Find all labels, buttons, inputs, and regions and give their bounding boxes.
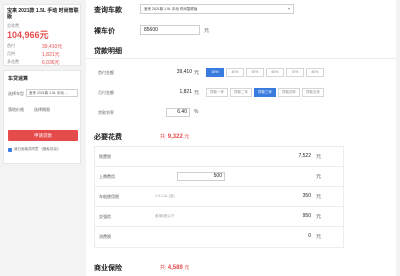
insurance-total: 共: 4,589 元 bbox=[160, 264, 189, 271]
period-label[interactable]: 选择期限 bbox=[34, 107, 50, 113]
rate-input[interactable]: 6.40 bbox=[166, 108, 190, 117]
extra-cost-value: 6,036元 bbox=[42, 60, 60, 66]
bare-price-label: 裸车价 bbox=[94, 28, 115, 35]
insurance-total-unit: 元 bbox=[184, 265, 190, 271]
percent-option[interactable]: 40% bbox=[226, 68, 244, 77]
checkbox-icon[interactable] bbox=[8, 147, 12, 152]
loan-detail-title: 贷款明细 bbox=[94, 48, 122, 55]
percent-option[interactable]: 50% bbox=[246, 68, 264, 77]
select-car-dropdown[interactable]: 宝来 2021款 1.5L 手动 ... bbox=[26, 89, 78, 97]
required-costs-table: 购置税 7,522 元 上牌费用 500 元 车船使用税 1.0-1.6L (含… bbox=[94, 146, 344, 248]
monthly-payment-value: 1,821元 bbox=[42, 52, 60, 58]
bare-price-input[interactable]: 85600 bbox=[140, 25, 200, 35]
down-payment-label: 首付 bbox=[7, 43, 15, 48]
monthly-row-label: 月付金额 bbox=[98, 90, 114, 95]
plate-fee-input[interactable]: 500 bbox=[177, 172, 225, 181]
cost-unit: 元 bbox=[315, 194, 321, 200]
required-total-prefix: 共: bbox=[160, 134, 167, 140]
table-row: 车船使用税 1.0-1.6L (含) 350 元 bbox=[95, 187, 343, 207]
agree-checkbox-row[interactable]: 我已阅读并同意 《隐私协议》 bbox=[8, 147, 60, 152]
car-model-name: 宝来 2021款 1.5L 手动 时尚智联版 bbox=[7, 8, 79, 20]
percent-option[interactable]: 30% bbox=[206, 68, 224, 77]
monthly-row-value: 1,821 bbox=[179, 89, 192, 95]
cost-label: 车船使用税 bbox=[99, 194, 119, 199]
cost-summary-card: 宝来 2021款 1.5L 手动 时尚智联版 总花费 104,966元 首付 3… bbox=[3, 4, 81, 66]
cost-value: 0 bbox=[308, 233, 311, 239]
model-query-label: 查询车款 bbox=[94, 7, 122, 14]
model-select-value: 宝来 2021款 1.5L 手动 时尚智联版 bbox=[144, 7, 198, 11]
cost-unit: 元 bbox=[315, 234, 321, 240]
price-label: 落地价格 bbox=[8, 107, 24, 112]
down-payment-row-label: 首付金额 bbox=[98, 70, 114, 75]
monthly-row-unit: 元 bbox=[194, 90, 200, 96]
cost-value: 350 bbox=[302, 193, 311, 199]
down-payment-row-unit: 元 bbox=[194, 70, 200, 76]
cost-label: 消费税 bbox=[99, 234, 111, 239]
down-payment-row-value: 39,410 bbox=[176, 69, 192, 75]
required-total-value: 9,322 bbox=[167, 134, 183, 140]
term-option[interactable]: 贷款二年 bbox=[230, 88, 252, 97]
term-option[interactable]: 贷款三年 bbox=[254, 88, 276, 97]
table-row: 购置税 7,522 元 bbox=[95, 147, 343, 167]
monthly-payment-label: 月供 bbox=[7, 51, 15, 56]
left-summary-panel: 宝来 2021款 1.5L 手动 时尚智联版 总花费 104,966元 首付 3… bbox=[0, 0, 84, 276]
required-costs-title: 必要花费 bbox=[94, 134, 122, 141]
required-costs-total: 共: 9,322 元 bbox=[160, 133, 189, 140]
required-total-unit: 元 bbox=[184, 134, 190, 140]
total-cost-value: 104,966元 bbox=[7, 30, 49, 40]
cost-hint: 家用6座以下 bbox=[155, 214, 175, 218]
divider bbox=[86, 58, 396, 59]
term-option[interactable]: 贷款一年 bbox=[206, 88, 228, 97]
insurance-title: 商业保险 bbox=[94, 265, 122, 272]
cost-value: 950 bbox=[302, 213, 311, 219]
percent-option[interactable]: 60% bbox=[266, 68, 284, 77]
rate-unit: % bbox=[194, 109, 199, 115]
cost-unit: 元 bbox=[315, 174, 321, 180]
percent-option[interactable]: 70% bbox=[286, 68, 304, 77]
chevron-down-icon: ▾ bbox=[287, 6, 290, 11]
table-row: 消费税 0 元 bbox=[95, 227, 343, 247]
term-option[interactable]: 贷款四年 bbox=[278, 88, 300, 97]
rate-row-label: 贷款利率 bbox=[98, 110, 114, 115]
cost-label: 购置税 bbox=[99, 154, 111, 159]
quick-calc-title: 车贷速算 bbox=[8, 76, 29, 82]
cost-label: 上牌费用 bbox=[99, 174, 115, 179]
loan-quick-calc-card: 车贷速算 选择车型 宝来 2021款 1.5L 手动 ... 落地价格 选择期限… bbox=[3, 70, 81, 164]
agree-label: 我已阅读并同意 《隐私协议》 bbox=[14, 147, 61, 151]
term-option[interactable]: 贷款五年 bbox=[302, 88, 324, 97]
down-percent-options: 30% 40% 50% 60% 70% 80% bbox=[206, 68, 324, 77]
table-row: 上牌费用 500 元 bbox=[95, 167, 343, 187]
percent-option[interactable]: 80% bbox=[306, 68, 324, 77]
main-calculator-panel: 查询车款 宝来 2021款 1.5L 手动 时尚智联版 ▾ 裸车价 85600 … bbox=[86, 0, 396, 276]
cost-unit: 元 bbox=[315, 154, 321, 160]
cost-unit: 元 bbox=[315, 214, 321, 220]
extra-cost-label: 多花费 bbox=[7, 59, 19, 64]
cost-hint: 1.0-1.6L (含) bbox=[155, 194, 175, 198]
cost-label: 交强险 bbox=[99, 214, 111, 219]
cost-value: 7,522 bbox=[298, 153, 311, 159]
loan-term-options: 贷款一年 贷款二年 贷款三年 贷款四年 贷款五年 bbox=[206, 88, 324, 97]
apply-loan-button[interactable]: 申请贷款 bbox=[8, 130, 78, 141]
down-payment-value: 39,410元 bbox=[42, 44, 63, 50]
insurance-total-value: 4,589 bbox=[167, 265, 183, 271]
select-car-label: 选择车型 bbox=[8, 91, 24, 96]
model-select[interactable]: 宝来 2021款 1.5L 手动 时尚智联版 ▾ bbox=[140, 4, 294, 14]
table-row: 交强险 家用6座以下 950 元 bbox=[95, 207, 343, 227]
insurance-total-prefix: 共: bbox=[160, 265, 167, 271]
bare-price-unit: 元 bbox=[204, 28, 210, 34]
